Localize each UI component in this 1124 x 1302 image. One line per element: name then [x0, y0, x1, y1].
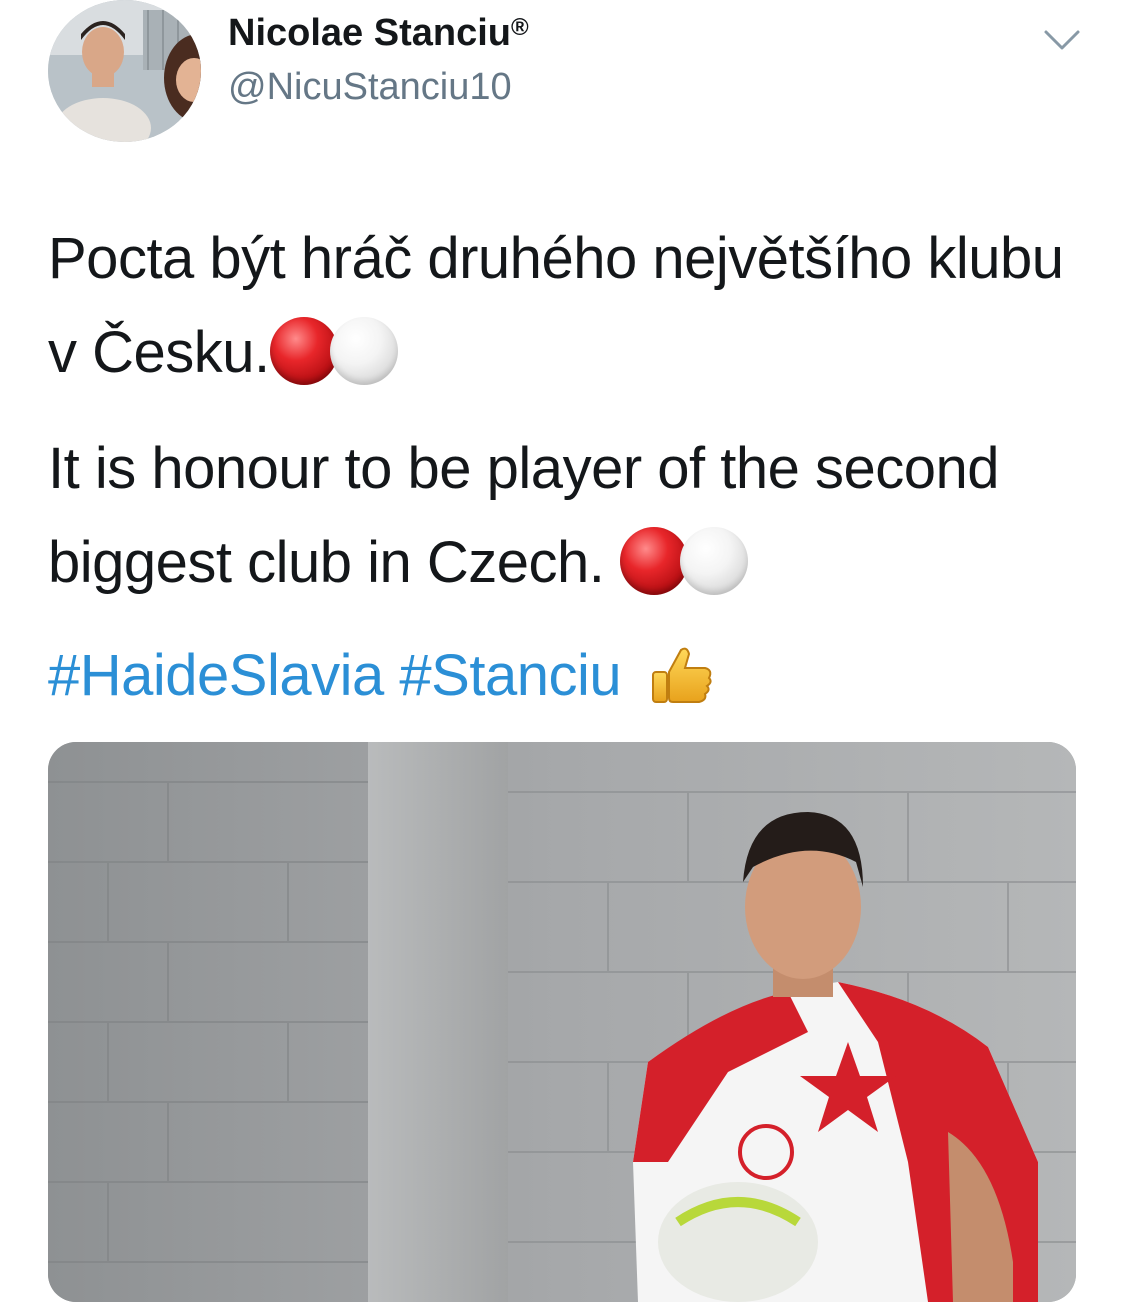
display-name[interactable]: Nicolae Stanciu® [228, 12, 529, 55]
red-circle-icon [620, 526, 689, 595]
tweet-menu-button[interactable] [1040, 24, 1084, 60]
tweet-text-english: It is honour to be player of the second … [48, 422, 1088, 610]
chevron-down-icon [1044, 30, 1080, 50]
user-handle[interactable]: @NicuStanciu10 [228, 66, 512, 109]
tweet-header: Nicolae Stanciu® @NicuStanciu10 [0, 0, 1124, 150]
tweet-body: Pocta být hráč druhého největšího klubu … [48, 212, 1088, 610]
red-circle-icon [269, 316, 338, 385]
tweet-media-photo[interactable] [48, 742, 1076, 1302]
display-name-text: Nicolae Stanciu [228, 12, 511, 54]
tweet-text-english-content: It is honour to be player of the second … [48, 436, 1000, 595]
hashtag-stanciu[interactable]: #Stanciu [399, 643, 621, 708]
tweet-text-czech: Pocta být hráč druhého největšího klubu … [48, 212, 1088, 400]
profile-photo-icon [48, 0, 201, 142]
thumbs-up-icon [647, 642, 715, 710]
tweet-text-czech-content: Pocta být hráč druhého největšího klubu … [48, 226, 1064, 385]
white-circle-icon [329, 316, 398, 385]
avatar[interactable] [48, 0, 201, 142]
white-circle-icon [680, 526, 749, 595]
hashtag-haideslavia[interactable]: #HaideSlavia [48, 643, 384, 708]
registered-mark: ® [510, 14, 529, 41]
hashtag-line: #HaideSlavia #Stanciu [48, 640, 715, 714]
player-photo-icon [48, 742, 1076, 1302]
